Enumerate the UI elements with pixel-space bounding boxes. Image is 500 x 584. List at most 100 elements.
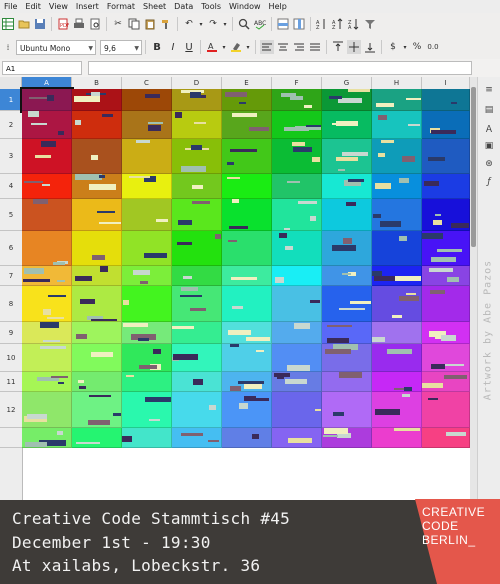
column-header-e[interactable]: E [222, 77, 272, 89]
cell[interactable] [322, 231, 372, 266]
cell[interactable] [72, 392, 122, 428]
sort-ascending-icon[interactable]: AZ [331, 17, 345, 31]
column-header-b[interactable]: B [72, 77, 122, 89]
cell[interactable] [172, 111, 222, 139]
cell[interactable] [222, 392, 272, 428]
spelling-icon[interactable]: ABC [253, 17, 267, 31]
cell[interactable] [322, 344, 372, 372]
column-header-i[interactable]: I [422, 77, 470, 89]
gallery-icon[interactable]: ▣ [482, 139, 496, 153]
cell[interactable] [322, 428, 372, 448]
sort-icon[interactable]: AZ [315, 17, 329, 31]
select-all-corner[interactable] [0, 77, 22, 89]
cell[interactable] [72, 344, 122, 372]
cell[interactable] [422, 266, 470, 286]
cell[interactable] [372, 174, 422, 199]
font-color-dropdown-icon[interactable]: ▾ [221, 40, 227, 54]
cell[interactable] [422, 344, 470, 372]
cell[interactable] [172, 392, 222, 428]
cell[interactable] [72, 322, 122, 344]
cell[interactable] [372, 428, 422, 448]
autofilter-icon[interactable] [363, 17, 377, 31]
menu-edit[interactable]: Edit [21, 2, 45, 11]
cell[interactable] [222, 344, 272, 372]
vertical-scrollbar[interactable] [470, 77, 477, 500]
cell[interactable] [222, 322, 272, 344]
menu-sheet[interactable]: Sheet [139, 2, 170, 11]
print-preview-icon[interactable] [88, 17, 102, 31]
cell[interactable] [172, 231, 222, 266]
cell[interactable] [172, 372, 222, 392]
cell[interactable] [72, 266, 122, 286]
cell[interactable] [322, 174, 372, 199]
cell[interactable] [22, 139, 72, 174]
cell[interactable] [272, 174, 322, 199]
cell[interactable] [322, 392, 372, 428]
highlight-icon[interactable] [229, 40, 243, 54]
cell[interactable] [72, 428, 122, 448]
cell[interactable] [122, 139, 172, 174]
cell[interactable] [272, 322, 322, 344]
cell[interactable] [372, 322, 422, 344]
cell[interactable] [322, 266, 372, 286]
cell[interactable] [222, 89, 272, 111]
cell[interactable] [22, 428, 72, 448]
cell[interactable] [422, 372, 470, 392]
cell[interactable] [122, 111, 172, 139]
cell[interactable] [72, 372, 122, 392]
cell[interactable] [372, 392, 422, 428]
menu-data[interactable]: Data [170, 2, 197, 11]
cell[interactable] [22, 372, 72, 392]
cell[interactable] [422, 89, 470, 111]
cut-icon[interactable]: ✂ [111, 17, 125, 31]
cell[interactable] [372, 344, 422, 372]
column-header-f[interactable]: F [272, 77, 322, 89]
spreadsheet-icon[interactable] [1, 17, 15, 31]
cell[interactable] [122, 199, 172, 231]
navigator-icon[interactable]: ⊛ [482, 157, 496, 171]
highlight-dropdown-icon[interactable]: ▾ [245, 40, 251, 54]
cell[interactable] [272, 428, 322, 448]
cell[interactable] [122, 89, 172, 111]
export-pdf-icon[interactable]: PDF [56, 17, 70, 31]
cell[interactable] [322, 199, 372, 231]
cell[interactable] [172, 286, 222, 322]
cell[interactable] [222, 266, 272, 286]
cell[interactable] [422, 199, 470, 231]
align-right-icon[interactable] [292, 40, 306, 54]
cell[interactable] [322, 139, 372, 174]
menu-window[interactable]: Window [225, 2, 265, 11]
paste-icon[interactable] [143, 17, 157, 31]
row-header-2[interactable]: 2 [0, 111, 22, 139]
cell[interactable] [322, 322, 372, 344]
cell[interactable] [272, 266, 322, 286]
cell[interactable] [272, 392, 322, 428]
row-header-8[interactable]: 8 [0, 286, 22, 322]
cell[interactable] [22, 111, 72, 139]
cell[interactable] [22, 344, 72, 372]
cell[interactable] [172, 139, 222, 174]
redo-dropdown-icon[interactable]: ▾ [222, 17, 228, 31]
column-header-c[interactable]: C [122, 77, 172, 89]
styles-icon[interactable]: ⁞ [1, 40, 15, 54]
currency-button[interactable]: $ [386, 40, 400, 54]
cell[interactable] [322, 89, 372, 111]
row-header-9[interactable]: 9 [0, 322, 22, 344]
cell[interactable] [222, 428, 272, 448]
cell[interactable] [122, 174, 172, 199]
cell[interactable] [122, 286, 172, 322]
menu-insert[interactable]: Insert [72, 2, 103, 11]
cell[interactable] [172, 174, 222, 199]
font-name-box[interactable]: Ubuntu Mono ▼ [16, 39, 96, 55]
cell[interactable] [222, 199, 272, 231]
cell[interactable] [272, 231, 322, 266]
cell[interactable] [372, 89, 422, 111]
sort-descending-icon[interactable]: ZA [347, 17, 361, 31]
cell[interactable] [22, 392, 72, 428]
cell[interactable] [172, 266, 222, 286]
row-header-partial[interactable] [0, 428, 22, 448]
cell[interactable] [422, 428, 470, 448]
cell[interactable] [372, 111, 422, 139]
align-center-icon[interactable] [276, 40, 290, 54]
cell[interactable] [272, 111, 322, 139]
